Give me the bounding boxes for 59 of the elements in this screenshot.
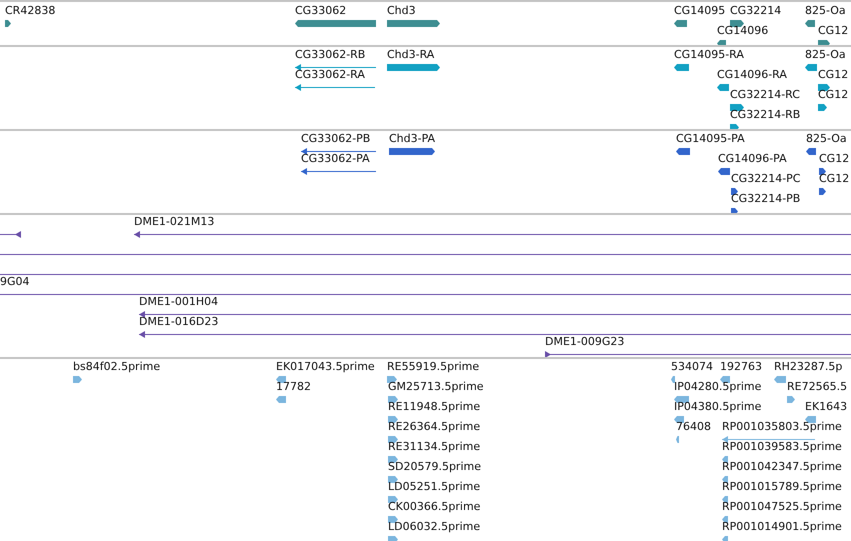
feature-label: CG14095-RA	[674, 48, 744, 63]
feature-label: RP001035803.5prime	[722, 420, 842, 435]
feature-label: RE72565.5	[787, 380, 848, 395]
feature-label: CG12	[818, 68, 848, 83]
feature-label: RP001015789.5prime	[722, 480, 842, 495]
feature-label: DME1-009G23	[545, 335, 624, 350]
feature-label: EK1643	[805, 400, 848, 415]
feature-label: RE11948.5prime	[388, 400, 480, 415]
feature-label: CG32214-PB	[731, 192, 800, 207]
feature-label: IP04380.5prime	[674, 400, 762, 415]
feature-label: RP001047525.5prime	[722, 500, 842, 515]
feature-label: RE55919.5prime	[387, 360, 480, 375]
feature-label: Chd3-PA	[389, 132, 436, 147]
feature-label: DME1-021M13	[134, 215, 214, 230]
feature-label: CR42838	[5, 4, 56, 19]
feature-label: DME1-001H04	[139, 295, 218, 310]
feature-label: CG33062-RA	[295, 68, 365, 83]
feature-label: CK00366.5prime	[388, 500, 480, 515]
feature-label: SD20579.5prime	[388, 460, 481, 475]
feature-label: CG12	[819, 152, 850, 167]
feature-label: RP001014901.5prime	[722, 520, 842, 535]
feature-label: 192763	[720, 360, 762, 375]
feature-label: RH23287.5p	[774, 360, 842, 375]
feature-label: RE26364.5prime	[388, 420, 480, 435]
feature-label: RE31134.5prime	[388, 440, 480, 455]
feature-label: CG32214-RB	[730, 108, 800, 123]
feature-label: DME1-016D23	[139, 315, 218, 330]
feature-label: CG33062-RB	[295, 48, 366, 63]
feature-label: CG12	[819, 172, 850, 187]
feature-label: RP001039583.5prime	[722, 440, 842, 455]
feature-label: IP04280.5prime	[674, 380, 762, 395]
feature-label: LD06032.5prime	[388, 520, 480, 535]
feature-label: 534074	[671, 360, 713, 375]
feature-label: EK017043.5prime	[276, 360, 375, 375]
feature-label: Chd3	[387, 4, 416, 19]
feature-label: CG14096	[717, 24, 768, 39]
feature-label: 825-Oa	[805, 48, 846, 63]
feature-label: CG32214	[730, 4, 782, 19]
feature-label: 17782	[276, 380, 311, 395]
feature-label: 76408	[676, 420, 711, 435]
feature-label: CG32214-RC	[730, 88, 800, 103]
feature-label: Chd3-RA	[387, 48, 434, 63]
feature-label: 825-Oa	[805, 4, 846, 19]
feature-label: CG12	[818, 24, 848, 39]
feature-label: CG33062	[295, 4, 346, 19]
feature-label: CG14095-PA	[676, 132, 745, 147]
feature-label: CG33062-PB	[301, 132, 370, 147]
feature-label: CG14096-PA	[718, 152, 787, 167]
feature-label: CG33062-PA	[301, 152, 370, 167]
feature-label: CG14095	[674, 4, 726, 19]
feature-label: 825-Oa	[806, 132, 847, 147]
feature-label: GM25713.5prime	[388, 380, 484, 395]
feature-label: CG12	[818, 88, 848, 103]
feature-label: CG14096-RA	[717, 68, 787, 83]
feature-label: LD05251.5prime	[388, 480, 480, 495]
feature-label: bs84f02.5prime	[73, 360, 160, 375]
feature-label: RP001042347.5prime	[722, 460, 842, 475]
feature-label: CG32214-PC	[731, 172, 800, 187]
feature-label: 9G04	[0, 275, 30, 290]
